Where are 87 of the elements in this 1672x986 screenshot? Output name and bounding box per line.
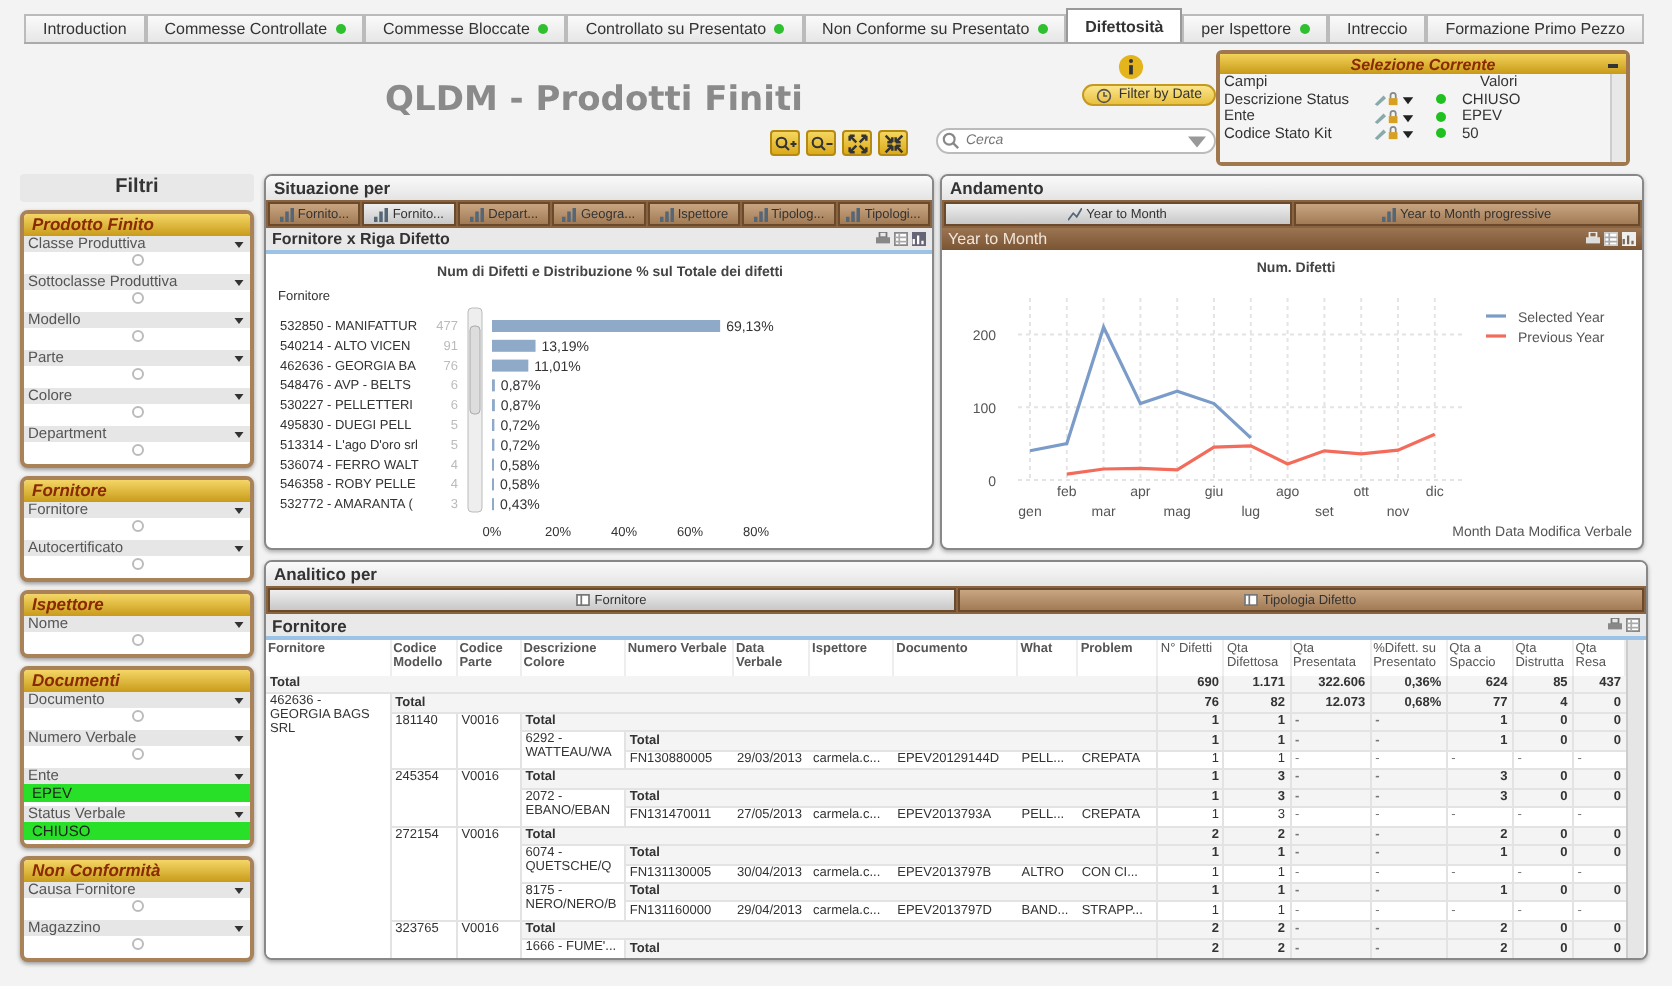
bar-chart-icon <box>659 207 674 221</box>
spreadsheet-icon[interactable] <box>1626 618 1640 632</box>
edit-lock-icon[interactable] <box>1372 109 1416 124</box>
table-icon <box>576 594 591 606</box>
info-icon[interactable] <box>1118 54 1144 80</box>
dropdown-caret-icon[interactable] <box>234 393 244 399</box>
chart-caption: Year to Month <box>948 230 1048 248</box>
bar-chart-icon <box>1381 207 1396 221</box>
dashboard-title: QLDM - Prodotti Finiti <box>385 80 803 120</box>
empty-value-icon <box>131 748 143 761</box>
dropdown-caret-icon[interactable] <box>234 735 244 741</box>
dropdown-caret-icon[interactable] <box>234 355 244 361</box>
scrollbar[interactable] <box>467 307 483 513</box>
dropdown-caret-icon[interactable] <box>234 241 244 247</box>
dropdown-caret-icon[interactable] <box>234 431 244 437</box>
dropdown-caret-icon[interactable] <box>234 621 244 627</box>
tab[interactable]: Intreccio <box>1328 14 1427 42</box>
dropdown-caret-icon <box>1188 136 1206 148</box>
tab[interactable]: Formazione Primo Pezzo <box>1426 14 1644 42</box>
line-chart-icon <box>1068 207 1083 221</box>
dropdown-caret-icon[interactable] <box>234 811 244 817</box>
scrollbar[interactable] <box>1610 74 1626 162</box>
empty-value-icon <box>131 444 143 457</box>
bar-chart-icon <box>562 207 577 221</box>
group-title: Documenti <box>24 670 250 692</box>
chart-caption: Fornitore x Riga Difetto <box>272 230 450 248</box>
tab[interactable]: per Ispettore <box>1182 14 1329 42</box>
empty-value-icon <box>131 520 143 533</box>
zoom-in-button[interactable] <box>770 130 800 156</box>
bar <box>492 339 536 352</box>
panel-title: Andamento <box>942 176 1642 200</box>
dropdown-caret-icon[interactable] <box>234 697 244 703</box>
dropdown-caret-icon[interactable] <box>234 887 244 893</box>
tab[interactable]: Difettosità <box>1066 8 1183 42</box>
empty-value-icon <box>131 710 143 723</box>
dropdown-caret-icon[interactable] <box>234 925 244 931</box>
edit-lock-icon[interactable] <box>1372 126 1416 141</box>
tab[interactable]: Commesse Controllate <box>145 14 365 42</box>
dropdown-caret-icon[interactable] <box>234 507 244 513</box>
selected-dot-icon <box>1436 94 1446 105</box>
zoom-out-button[interactable] <box>806 130 836 156</box>
sidebar-title: Filtri <box>20 174 254 202</box>
tab[interactable]: Non Conforme su Presentato <box>803 14 1067 42</box>
print-icon[interactable] <box>876 232 891 246</box>
dropdown-caret-icon[interactable] <box>234 279 244 285</box>
panel-title: Selezione Corrente <box>1350 55 1496 73</box>
selected-dot-icon <box>1436 111 1446 122</box>
empty-value-icon <box>131 558 143 571</box>
group-title: Fornitore <box>24 480 250 502</box>
panel-title: Analitico per <box>266 562 1646 586</box>
expand-button[interactable] <box>842 130 872 156</box>
empty-value-icon <box>131 938 143 951</box>
group-title: Non Conformità <box>24 860 250 882</box>
dropdown-caret-icon[interactable] <box>234 317 244 323</box>
bar-chart-icon <box>374 207 389 221</box>
panel-title: Situazione per <box>266 176 933 200</box>
dropdown-caret-icon[interactable] <box>234 773 244 779</box>
group-title: Prodotto Finito <box>24 214 250 236</box>
empty-value-icon <box>131 900 143 913</box>
group-title: Ispettore <box>24 594 250 616</box>
bar-chart-icon <box>279 207 294 221</box>
bar <box>492 359 529 372</box>
table-caption: Fornitore <box>272 615 347 635</box>
scrollbar[interactable] <box>1626 640 1644 958</box>
print-icon[interactable] <box>1586 232 1600 246</box>
chart-icon[interactable] <box>1622 232 1636 246</box>
table-icon <box>1244 594 1259 606</box>
tab[interactable]: Controllato su Presentato <box>566 14 804 42</box>
tab[interactable]: Commesse Bloccate <box>364 14 567 42</box>
selected-dot-icon <box>1436 128 1446 139</box>
clock-icon <box>1096 87 1113 103</box>
bar-chart-icon <box>846 207 861 221</box>
empty-value-icon <box>131 406 143 419</box>
bar-chart-icon <box>470 207 485 221</box>
tab[interactable]: Introduction <box>24 14 146 42</box>
dropdown-caret-icon[interactable] <box>234 545 244 551</box>
collapse-button[interactable] <box>878 130 908 156</box>
edit-lock-icon[interactable] <box>1372 92 1416 107</box>
spreadsheet-icon[interactable] <box>894 232 909 246</box>
empty-value-icon <box>131 292 143 305</box>
empty-value-icon <box>131 634 143 647</box>
empty-value-icon <box>131 330 143 343</box>
search-icon <box>942 132 960 150</box>
print-icon[interactable] <box>1608 618 1622 632</box>
empty-value-icon <box>131 254 143 267</box>
empty-value-icon <box>131 368 143 381</box>
bar-chart-icon <box>753 207 768 221</box>
